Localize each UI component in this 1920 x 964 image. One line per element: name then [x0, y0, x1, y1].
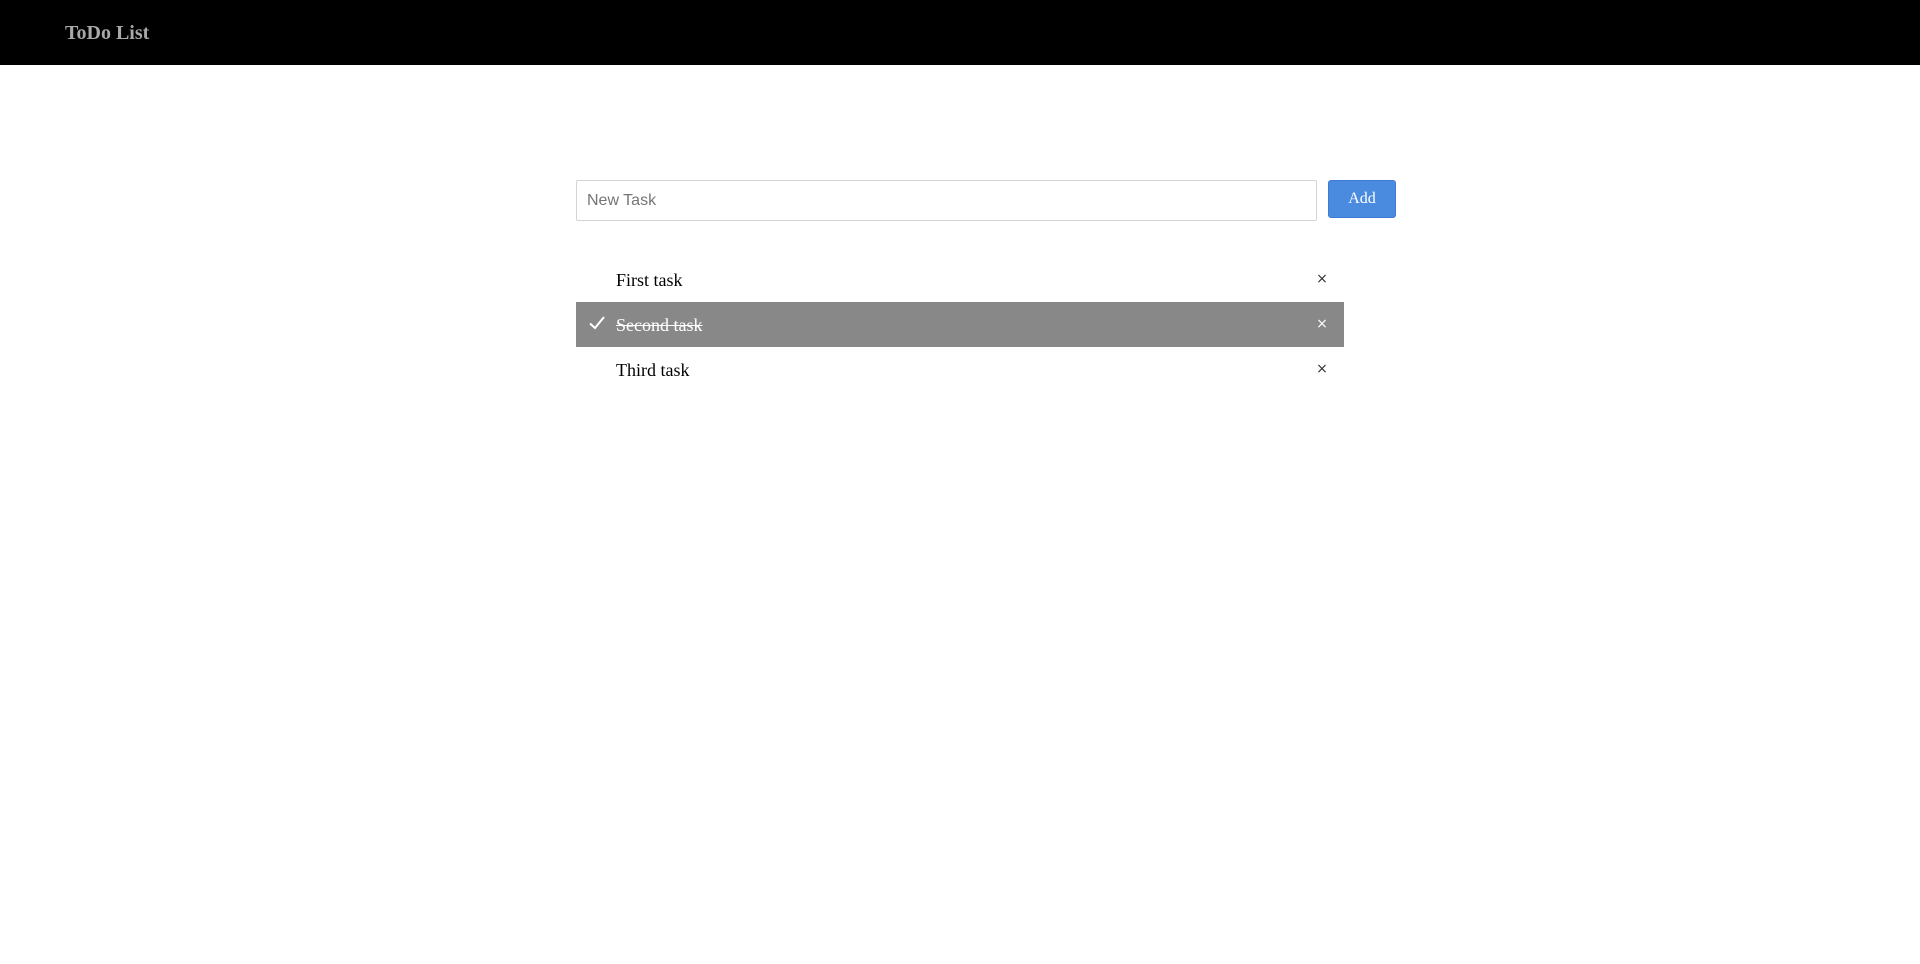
close-icon[interactable]: ×: [1310, 357, 1334, 381]
task-item[interactable]: Second task ×: [576, 302, 1344, 347]
task-text: Third task: [616, 360, 690, 380]
task-text: First task: [616, 270, 683, 290]
app-title: ToDo List: [65, 22, 150, 44]
check-icon: [589, 316, 605, 330]
add-task-button[interactable]: Add: [1328, 180, 1396, 218]
close-icon[interactable]: ×: [1310, 312, 1334, 336]
task-item[interactable]: First task ×: [576, 257, 1344, 302]
task-item[interactable]: Third task ×: [576, 347, 1344, 392]
top-navbar: ToDo List: [0, 0, 1920, 65]
task-list: First task × Second task × Third task ×: [576, 257, 1344, 392]
close-icon[interactable]: ×: [1310, 267, 1334, 291]
task-text: Second task: [616, 315, 703, 335]
new-task-input[interactable]: [576, 180, 1317, 221]
